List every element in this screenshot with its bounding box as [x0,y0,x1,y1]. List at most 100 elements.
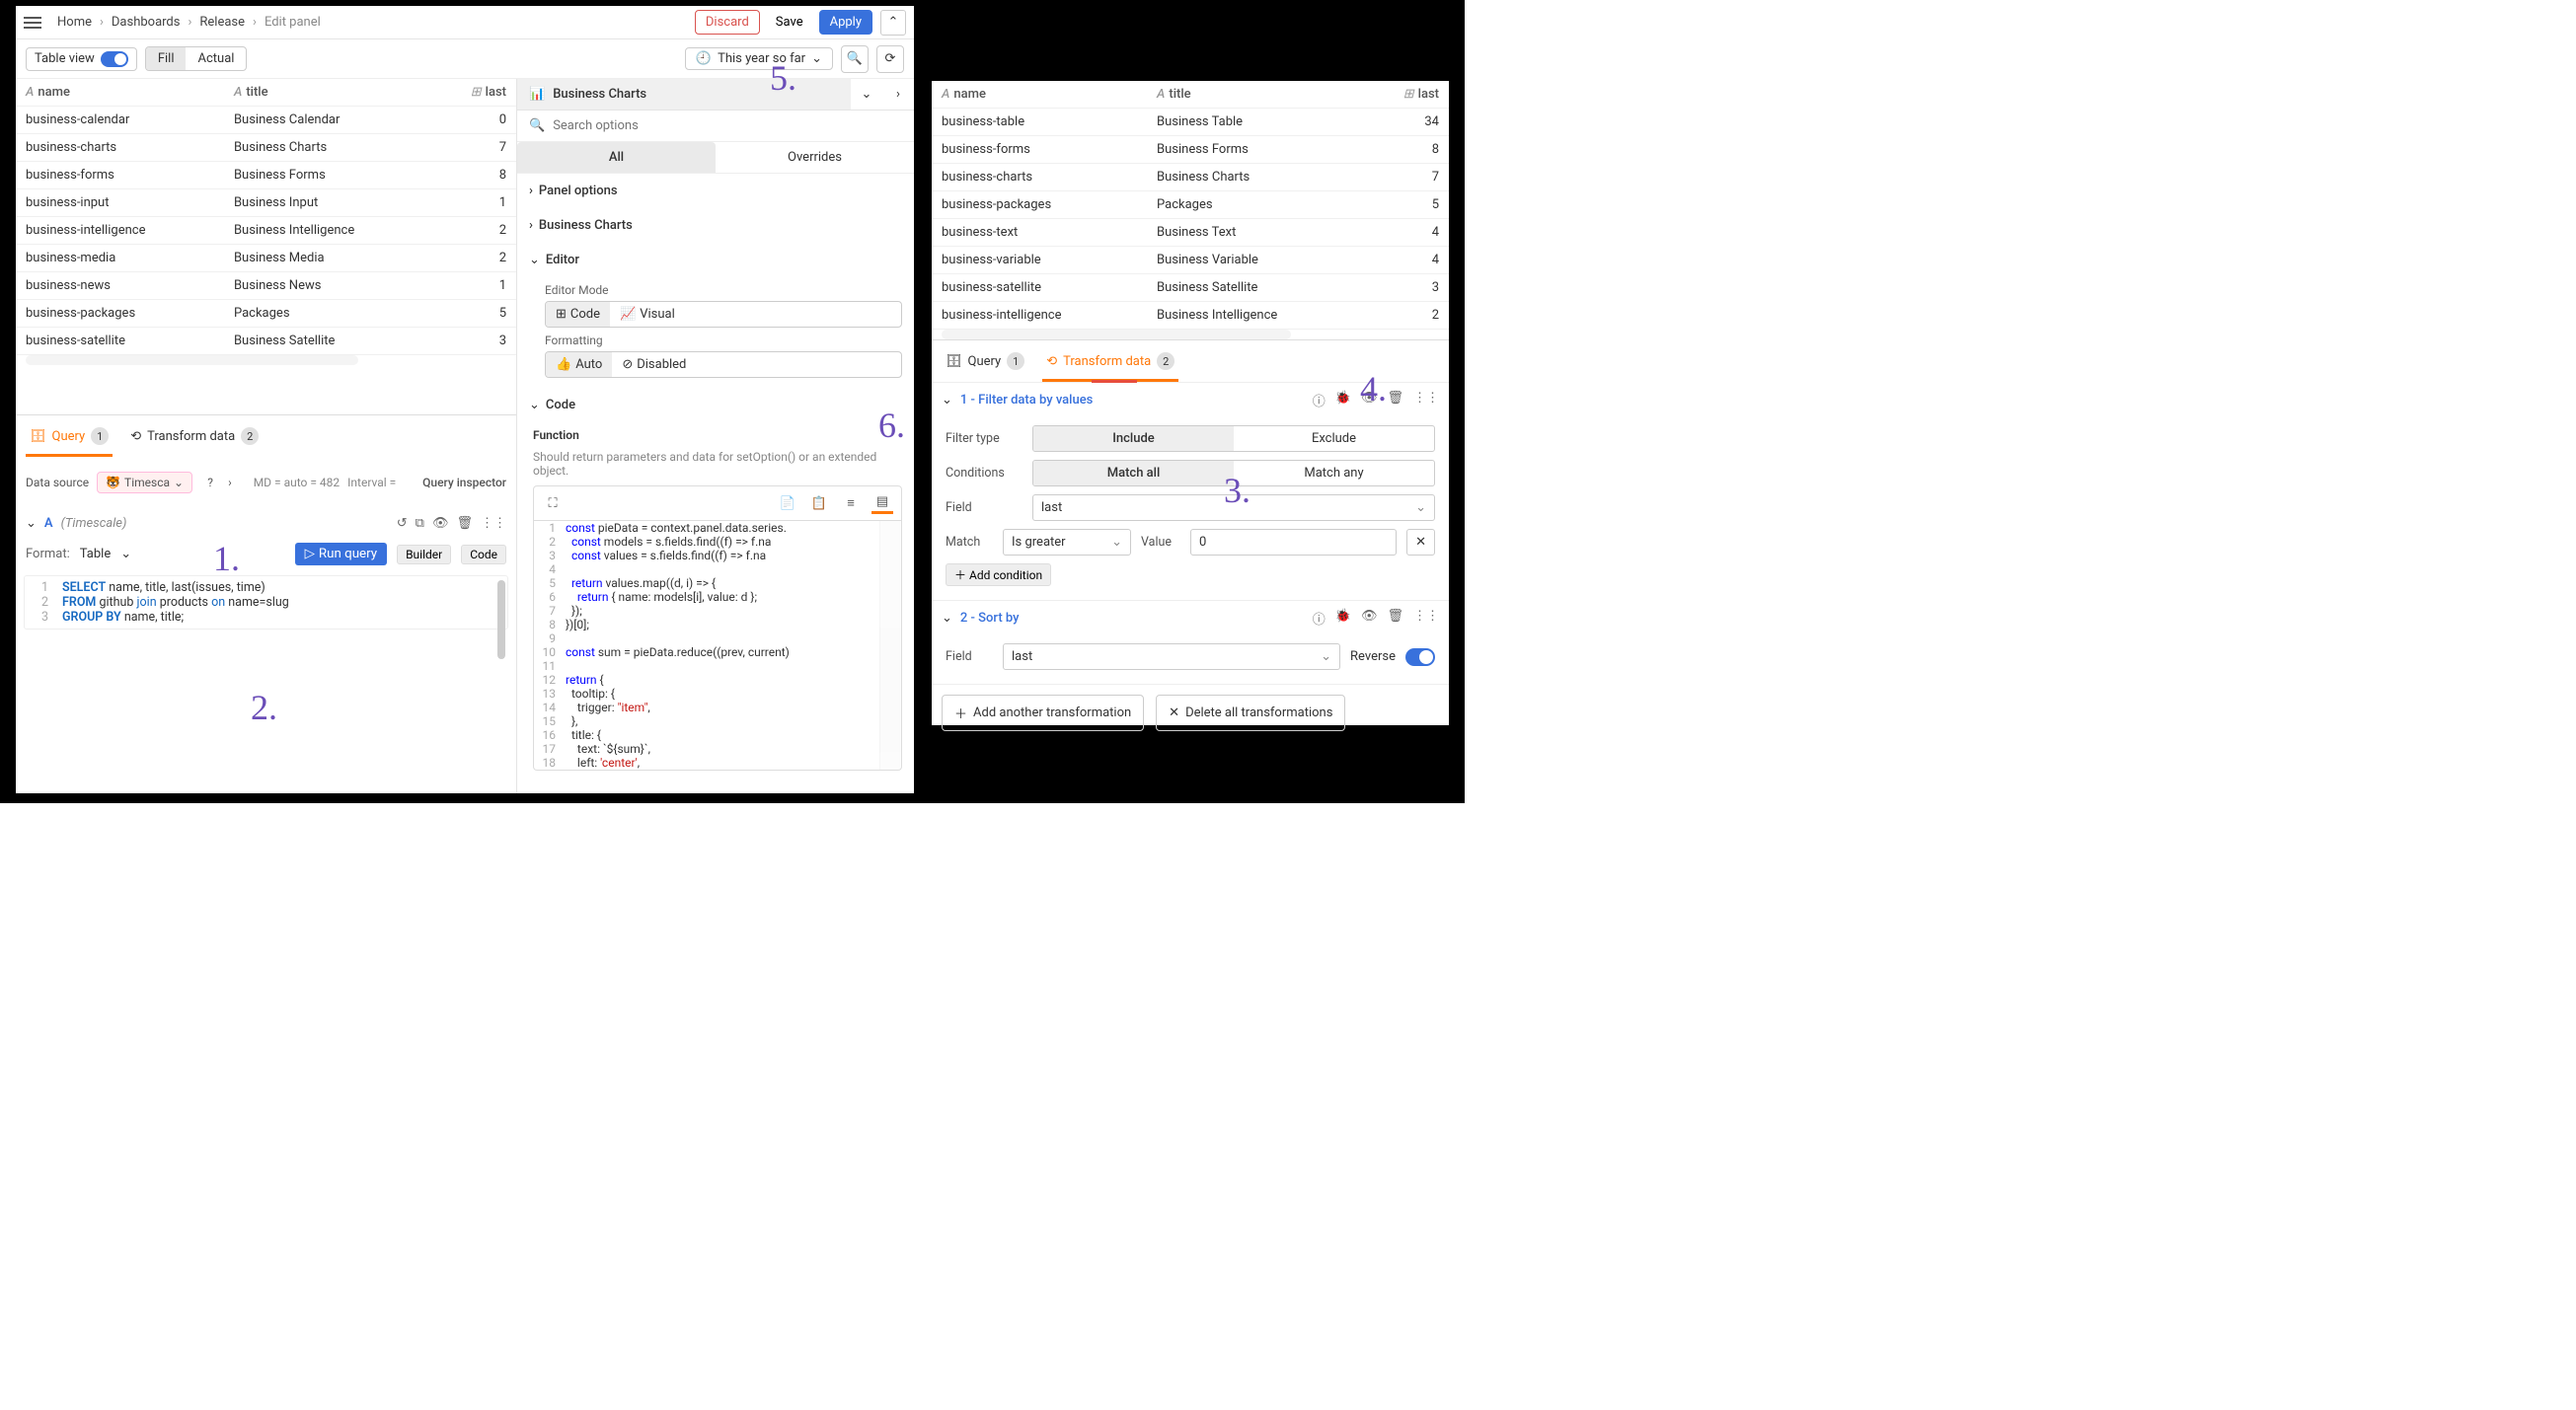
visualization-selector[interactable]: 📊 Business Charts [517,79,851,110]
section-business-charts[interactable]: › Business Charts [517,208,914,243]
format-value[interactable]: Table [80,547,111,561]
col-title[interactable]: title [1169,87,1190,102]
col-last[interactable]: last [1418,87,1439,102]
filter-include[interactable]: Include [1033,426,1234,451]
table-row[interactable]: business-formsBusiness Forms8 [932,136,1449,164]
add-transformation-button[interactable]: ＋Add another transformation [942,695,1144,731]
chevron-down-icon[interactable]: ⌄ [851,87,882,102]
builder-button[interactable]: Builder [397,545,451,564]
table-row[interactable]: business-mediaBusiness Media2 [16,245,516,272]
apply-button[interactable]: Apply [819,10,872,35]
editor-mode-code[interactable]: ⊞Code [546,302,610,327]
table-row[interactable]: business-variableBusiness Variable4 [932,247,1449,274]
filter-exclude[interactable]: Exclude [1234,426,1434,451]
delete-all-transformations-button[interactable]: ✕Delete all transformations [1156,695,1345,731]
table-row[interactable]: business-satelliteBusiness Satellite3 [16,328,516,355]
table-row[interactable]: business-packagesPackages5 [932,191,1449,219]
table-row[interactable]: business-newsBusiness News1 [16,272,516,300]
eye-icon[interactable]: 👁 [1361,609,1378,628]
table-row[interactable]: business-inputBusiness Input1 [16,189,516,217]
chevron-right-icon[interactable]: › [228,476,232,489]
chevron-down-icon[interactable]: ⌄ [120,547,131,561]
code-editor[interactable]: 1const pieData = context.panel.data.seri… [533,521,902,771]
collapse-panel-icon[interactable]: ⌃ [880,10,906,36]
fill-option[interactable]: Fill [146,47,187,70]
save-button[interactable]: Save [766,11,813,34]
fullscreen-icon[interactable]: ⛶ [542,492,564,514]
datasource-selector[interactable]: 🐯 Timesca ⌄ [97,472,192,493]
table-row[interactable]: business-formsBusiness Forms8 [16,162,516,189]
horizontal-scrollbar[interactable] [942,330,1291,339]
value-input[interactable]: 0 [1190,529,1397,556]
copy-icon[interactable]: 📄 [777,492,798,514]
sort-field-select[interactable]: last⌄ [1003,643,1340,670]
search-input[interactable] [553,118,902,133]
tab-overrides[interactable]: Overrides [716,142,914,173]
eye-icon[interactable]: 👁 [432,516,449,531]
table-row[interactable]: business-packagesPackages5 [16,300,516,328]
time-range-selector[interactable]: 🕘 This year so far ⌄ [685,47,833,70]
chevron-right-icon[interactable]: › [882,87,914,102]
match-select[interactable]: Is greater⌄ [1003,529,1131,556]
drag-handle-icon[interactable]: ⋮⋮ [1413,391,1439,409]
sql-editor[interactable]: 1SELECT name, title, last(issues, time)2… [24,575,508,630]
zoom-out-icon[interactable]: 🔍 [841,45,869,73]
table-row[interactable]: business-textBusiness Text4 [932,219,1449,247]
paste-icon[interactable]: 📋 [808,492,830,514]
section-code[interactable]: ⌄ Code [517,388,914,422]
section-panel-options[interactable]: › Panel options [517,174,914,208]
remove-condition[interactable]: ✕ [1406,529,1435,556]
breadcrumb-release[interactable]: Release [195,15,249,30]
tab-query[interactable]: 🗄 Query 1 [26,421,113,451]
history-icon[interactable]: ↺ [397,516,408,531]
table-row[interactable]: business-intelligenceBusiness Intelligen… [16,217,516,245]
formatting-auto[interactable]: 👍Auto [546,352,612,377]
table-view-toggle[interactable]: Table view [26,47,137,71]
trash-icon[interactable]: 🗑 [1387,609,1403,628]
eye-icon[interactable]: 👁 [1361,391,1378,409]
trash-icon[interactable]: 🗑 [1387,391,1403,409]
add-condition-button[interactable]: ＋ Add condition [946,563,1051,586]
tab-transform[interactable]: ⟲ Transform data 2 [1042,346,1178,376]
table-row[interactable]: business-calendarBusiness Calendar0 [16,107,516,134]
refresh-icon[interactable]: ⟳ [876,45,904,73]
table-row[interactable]: business-tableBusiness Table34 [932,109,1449,136]
col-last[interactable]: last [486,85,506,100]
menu-icon[interactable] [24,13,43,33]
tab-all[interactable]: All [517,142,716,173]
help-icon[interactable]: ? [200,469,220,496]
trash-icon[interactable]: 🗑 [456,516,473,531]
reverse-toggle[interactable] [1405,648,1435,666]
transform-2-header[interactable]: ⌄ 2 - Sort by ⓘ 🐞 👁 🗑 ⋮⋮ [932,601,1449,635]
duplicate-icon[interactable]: ⧉ [416,516,424,531]
match-all[interactable]: Match all [1033,461,1234,485]
match-any[interactable]: Match any [1234,461,1434,485]
drag-handle-icon[interactable]: ⋮⋮ [1413,609,1439,628]
table-row[interactable]: business-chartsBusiness Charts7 [16,134,516,162]
table-row[interactable]: business-chartsBusiness Charts7 [932,164,1449,191]
col-name[interactable]: name [38,85,70,100]
tab-query[interactable]: 🗄 Query 1 [942,346,1028,376]
minimap-icon[interactable]: ▤ [871,492,893,514]
code-button[interactable]: Code [461,545,506,564]
query-a-header[interactable]: ⌄ A (Timescale) ↺ ⧉ 👁 🗑 ⋮⋮ [24,510,508,537]
formatting-disabled[interactable]: ⊘Disabled [612,352,696,377]
query-inspector-button[interactable]: Query inspector [422,476,506,489]
info-icon[interactable]: ⓘ [1313,391,1326,409]
section-editor[interactable]: ⌄ Editor [517,243,914,277]
bug-icon[interactable]: 🐞 [1335,391,1351,409]
info-icon[interactable]: ⓘ [1313,609,1326,628]
actual-option[interactable]: Actual [186,47,246,70]
minimap[interactable] [879,521,901,770]
table-row[interactable]: business-intelligenceBusiness Intelligen… [932,302,1449,330]
tab-transform[interactable]: ⟲ Transform data 2 [126,421,263,451]
breadcrumb-dashboards[interactable]: Dashboards [108,15,185,30]
col-title[interactable]: title [246,85,267,100]
transform-1-header[interactable]: ⌄ 1 - Filter data by values ⓘ 🐞 👁 🗑 ⋮⋮ [932,383,1449,417]
table-row[interactable]: business-satelliteBusiness Satellite3 [932,274,1449,302]
col-name[interactable]: name [953,87,986,102]
breadcrumb-home[interactable]: Home [53,15,96,30]
run-query-button[interactable]: ▷Run query [295,543,387,565]
horizontal-scrollbar[interactable] [26,355,358,365]
field-select[interactable]: last⌄ [1032,494,1435,521]
